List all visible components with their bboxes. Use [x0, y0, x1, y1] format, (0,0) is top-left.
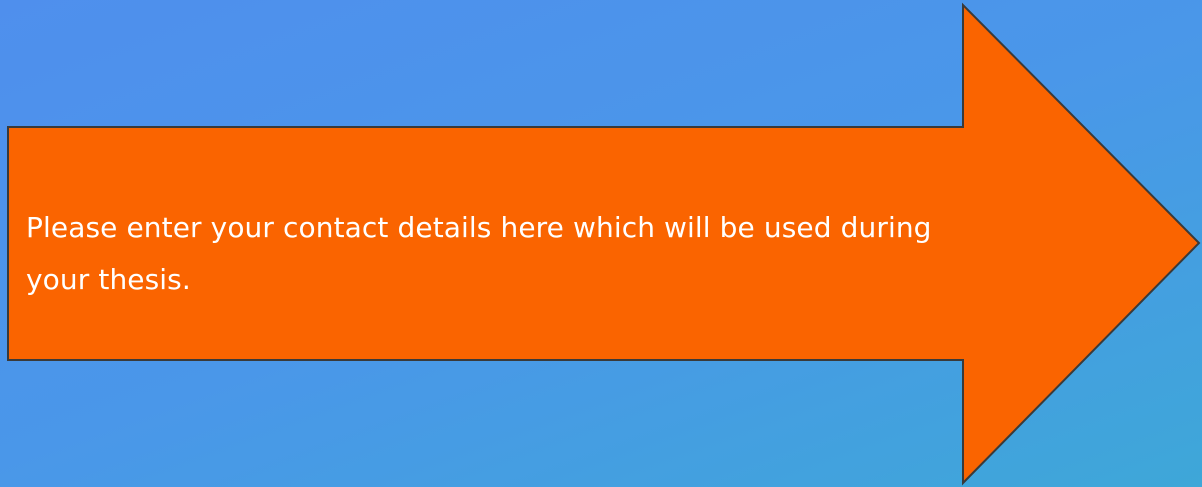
callout-text: Please enter your contact details here w…	[26, 211, 932, 296]
slide-canvas: { "callout": { "text": "Please enter you…	[0, 0, 1202, 487]
